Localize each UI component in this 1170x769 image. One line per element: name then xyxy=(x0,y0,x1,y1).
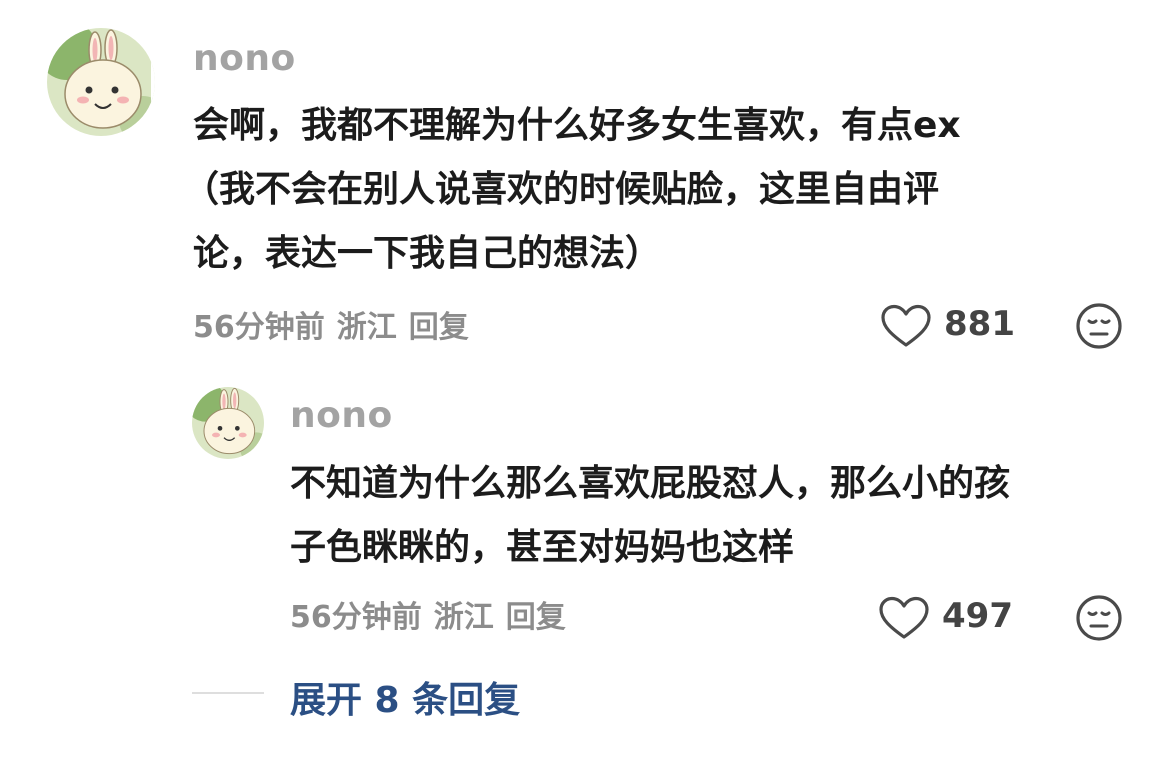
comment-like-button[interactable]: 881 xyxy=(880,300,1020,350)
comment-time: 56分钟前 xyxy=(193,310,325,345)
comment-meta: 56分钟前 浙江 回复 xyxy=(193,302,481,346)
comment-line: 论，表达一下我自己的想法） xyxy=(193,233,662,274)
meh-face-icon[interactable] xyxy=(1075,302,1123,350)
comment-line: 会啊，我都不理解为什么好多女生喜欢，有点ex xyxy=(193,105,961,146)
reply-line: 子色眯眯的，甚至对妈妈也这样 xyxy=(290,527,795,568)
comment-like-count: 881 xyxy=(944,304,1015,344)
heart-icon xyxy=(881,304,931,347)
comment-location: 浙江 xyxy=(336,310,397,345)
comment-line: （我不会在别人说喜欢的时候贴脸，这里自由评 xyxy=(183,169,940,210)
comment-avatar[interactable] xyxy=(47,28,155,136)
reply-avatar[interactable] xyxy=(192,387,264,459)
reply-username[interactable]: nono xyxy=(290,395,393,436)
reply-meta: 56分钟前 浙江 回复 xyxy=(290,592,578,636)
comment-text: 会啊，我都不理解为什么好多女生喜欢，有点ex （我不会在别人说喜欢的时候贴脸，这… xyxy=(183,94,1133,286)
reply-text: 不知道为什么那么喜欢屁股怼人，那么小的孩 子色眯眯的，甚至对妈妈也这样 xyxy=(290,452,1140,580)
reply-time: 56分钟前 xyxy=(290,600,422,635)
expand-replies-button[interactable]: 展开 8 条回复 xyxy=(290,671,520,723)
comment-username[interactable]: nono xyxy=(193,38,296,79)
expand-divider xyxy=(192,692,264,694)
heart-icon xyxy=(879,596,929,639)
reply-line: 不知道为什么那么喜欢屁股怼人，那么小的孩 xyxy=(290,463,1011,504)
reply-location: 浙江 xyxy=(433,600,494,635)
reply-reply-button[interactable]: 回复 xyxy=(506,600,566,635)
meh-face-icon[interactable] xyxy=(1075,594,1123,642)
reply-like-button[interactable]: 497 xyxy=(878,592,1018,642)
comment-reply-button[interactable]: 回复 xyxy=(409,310,469,345)
reply-like-count: 497 xyxy=(942,596,1013,636)
